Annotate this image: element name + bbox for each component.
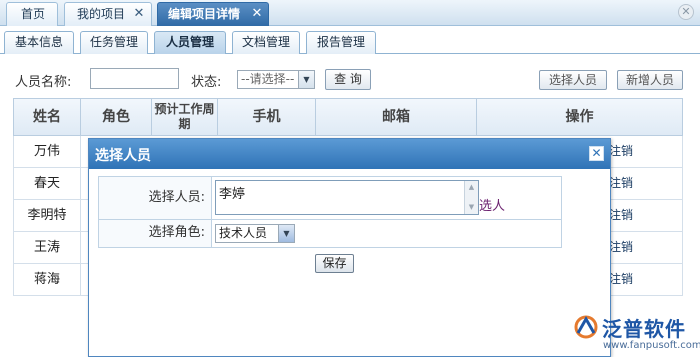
save-button[interactable]: 保存 [315,254,354,273]
role-select[interactable]: 技术人员 ▼ [215,224,295,243]
close-all-icon[interactable]: ✕ [678,4,694,20]
row-cancel-link[interactable]: 注销 [609,232,633,263]
table-header: 姓名 角色 预计工作周期 手机 邮箱 操作 [13,98,683,136]
row-cancel-link[interactable]: 注销 [609,136,633,167]
tab-label: 人员管理 [165,35,214,49]
row-cancel-link[interactable]: 注销 [609,200,633,231]
header-role: 角色 [81,99,152,136]
person-value: 李婷 [219,187,246,202]
tab-report-management[interactable]: 报告管理 [306,31,376,54]
row-name: 春天 [14,168,81,199]
header-work-period: 预计工作周期 [152,99,218,136]
tab-document-management[interactable]: 文档管理 [232,31,300,54]
header-email: 邮箱 [316,99,477,136]
role-selected: 技术人员 [219,226,268,240]
header-name: 姓名 [14,99,81,136]
brand-url: www.fanpusoft.com [603,340,700,351]
tab-label: 文档管理 [241,35,290,49]
tab-edit-project-detail[interactable]: 编辑项目详情 ✕ [157,2,269,26]
brand-watermark: 泛普软件 www.fanpusoft.com [572,310,700,357]
tab-my-projects[interactable]: 我的项目 ✕ [64,2,152,26]
chevron-down-icon: ▼ [298,71,314,88]
pick-person-link[interactable]: 选人 [479,195,505,214]
close-icon[interactable]: ✕ [250,7,264,21]
dialog-header: 选择人员 ✕ [89,139,610,169]
textarea-scrollbar[interactable]: ▲ ▼ [464,181,478,214]
scroll-down-icon[interactable]: ▼ [466,202,477,213]
tab-task-management[interactable]: 任务管理 [80,31,148,54]
top-tab-bar: 首页 我的项目 ✕ 编辑项目详情 ✕ ✕ [0,0,700,26]
select-person-label: 选择人员: [99,177,212,219]
tab-basic-info[interactable]: 基本信息 [4,31,74,54]
tab-label: 报告管理 [316,35,365,49]
sub-tab-bar: 基本信息 任务管理 人员管理 文档管理 报告管理 [0,26,700,54]
tab-label: 编辑项目详情 [168,7,241,21]
row-cancel-link[interactable]: 注销 [609,264,633,295]
header-actions: 操作 [565,109,594,125]
status-label: 状态: [191,75,222,90]
close-icon[interactable]: ✕ [132,7,146,21]
row-name: 万伟 [14,136,81,167]
tab-home[interactable]: 首页 [6,2,58,26]
row-name: 蒋海 [14,264,81,295]
status-selected: --请选择-- [241,72,295,86]
select-role-label: 选择角色: [99,220,212,247]
row-cancel-link[interactable]: 注销 [609,168,633,199]
status-select[interactable]: --请选择-- ▼ [237,70,315,89]
row-name: 王涛 [14,232,81,263]
brand-name: 泛普软件 [602,317,686,341]
chevron-down-icon: ▼ [278,225,294,242]
select-person-button[interactable]: 选择人员 [539,70,607,90]
role-row: 选择角色: 技术人员 ▼ [99,220,561,247]
header-phone: 手机 [218,99,316,136]
tab-label: 基本信息 [14,35,63,49]
tab-label: 首页 [21,7,46,21]
query-button[interactable]: 查 询 [325,69,371,90]
dialog-title: 选择人员 [95,148,151,164]
tab-label: 我的项目 [77,7,126,21]
tab-label: 任务管理 [89,35,138,49]
close-icon[interactable]: ✕ [589,146,604,161]
add-person-button[interactable]: 新增人员 [617,70,683,90]
person-textarea[interactable]: 李婷 ▲ ▼ [215,180,479,215]
scroll-up-icon[interactable]: ▲ [466,182,477,193]
row-name: 李明特 [14,200,81,231]
person-name-input[interactable] [90,68,179,89]
brand-logo-icon [574,315,598,339]
select-person-dialog: 选择人员 ✕ 选择人员: 李婷 ▲ ▼ 选择角色: 技术人员 ▼ 选人 保存 [88,138,611,357]
person-name-label: 人员名称: [15,75,72,90]
tab-personnel-management[interactable]: 人员管理 [154,31,226,54]
